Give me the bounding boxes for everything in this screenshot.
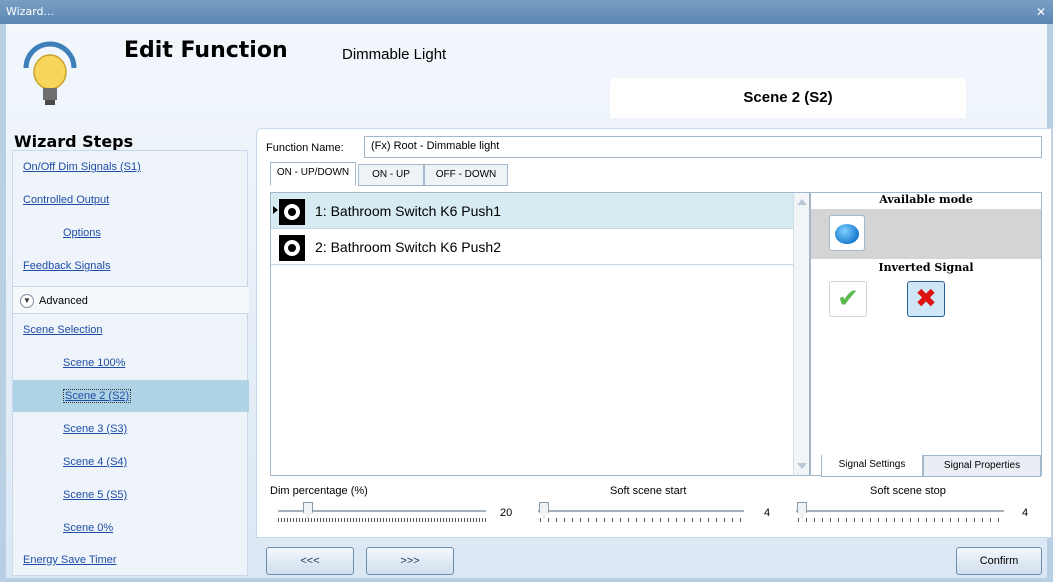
push-button-mode-icon[interactable] (829, 215, 865, 251)
previous-button[interactable]: <<< (266, 547, 354, 575)
step-scene-3[interactable]: Scene 3 (S3) (13, 413, 249, 445)
tab-on-up-down[interactable]: ON - UP/DOWN (270, 162, 356, 186)
row-pointer-icon (273, 206, 278, 214)
signal-list: 1: Bathroom Switch K6 Push1 2: Bathroom … (270, 192, 810, 476)
window-title: Wizard... (6, 5, 55, 18)
scroll-down-icon[interactable] (797, 463, 807, 469)
chevron-down-icon: ▼ (20, 294, 34, 308)
step-scene-0[interactable]: Scene 0% (13, 512, 249, 544)
signal-settings-panel: Available mode Inverted Signal ✔ ✖ Signa… (810, 192, 1042, 477)
list-scrollbar[interactable] (793, 193, 809, 475)
step-scene-selection[interactable]: Scene Selection (13, 314, 249, 346)
mode-band (811, 209, 1041, 259)
dim-percentage-label: Dim percentage (%) (270, 485, 368, 497)
step-energy-save-timer[interactable]: Energy Save Timer (13, 544, 249, 576)
step-scene-4[interactable]: Scene 4 (S4) (13, 446, 249, 478)
page-title: Edit Function (124, 38, 288, 63)
scene-tab: Scene 2 (S2) (610, 78, 966, 118)
advanced-toggle[interactable]: ▼ Advanced (13, 286, 249, 314)
tab-on-up[interactable]: ON - UP (358, 164, 424, 186)
close-icon[interactable]: ✕ (1033, 4, 1049, 20)
step-scene-2[interactable]: Scene 2 (S2) (13, 380, 249, 412)
soft-stop-track[interactable] (796, 510, 1004, 512)
function-name-input[interactable]: (Fx) Root - Dimmable light (364, 136, 1042, 158)
signal-row[interactable]: 2: Bathroom Switch K6 Push2 (271, 229, 793, 265)
signal-row[interactable]: 1: Bathroom Switch K6 Push1 (271, 193, 793, 229)
step-feedback-signals[interactable]: Feedback Signals (13, 250, 249, 282)
soft-stop-label: Soft scene stop (870, 485, 946, 497)
tab-signal-properties[interactable]: Signal Properties (923, 455, 1041, 477)
tab-signal-settings[interactable]: Signal Settings (821, 455, 923, 477)
soft-stop-ticks (798, 518, 1004, 522)
inverted-signal-heading: Inverted Signal (878, 261, 974, 274)
steps-title: Wizard Steps (14, 132, 134, 151)
window-titlebar: Wizard... ✕ (0, 0, 1053, 24)
soft-start-track[interactable] (538, 510, 744, 512)
light-bulb-icon (23, 41, 77, 105)
push-button-icon (279, 235, 305, 261)
next-button[interactable]: >>> (366, 547, 454, 575)
confirm-button[interactable]: Confirm (956, 547, 1042, 575)
soft-stop-value: 4 (1022, 507, 1029, 519)
step-scene-100[interactable]: Scene 100% (13, 347, 249, 379)
function-name-label: Function Name: (266, 142, 344, 154)
tab-off-down[interactable]: OFF - DOWN (424, 164, 508, 186)
cross-icon[interactable]: ✖ (907, 281, 945, 317)
step-scene-2-label: Scene 2 (S2) (63, 389, 132, 403)
step-controlled-output[interactable]: Controlled Output (13, 184, 249, 216)
soft-start-ticks (540, 518, 744, 522)
dim-slider-ticks (278, 518, 486, 522)
available-mode-heading: Available mode (879, 193, 973, 206)
signal-label: 1: Bathroom Switch K6 Push1 (315, 203, 501, 219)
push-button-icon (279, 199, 305, 225)
soft-start-label: Soft scene start (610, 485, 687, 497)
step-scene-5[interactable]: Scene 5 (S5) (13, 479, 249, 511)
step-on-off-dim-signals[interactable]: On/Off Dim Signals (S1) (13, 151, 249, 183)
soft-start-value: 4 (764, 507, 771, 519)
scroll-up-icon[interactable] (797, 199, 807, 205)
step-options[interactable]: Options (13, 217, 249, 249)
page-subtitle: Dimmable Light (342, 46, 447, 63)
check-icon[interactable]: ✔ (829, 281, 867, 317)
dim-value: 20 (500, 507, 513, 519)
signal-label: 2: Bathroom Switch K6 Push2 (315, 239, 501, 255)
advanced-label: Advanced (39, 295, 88, 307)
wizard-steps-panel: On/Off Dim Signals (S1) Controlled Outpu… (12, 150, 249, 576)
